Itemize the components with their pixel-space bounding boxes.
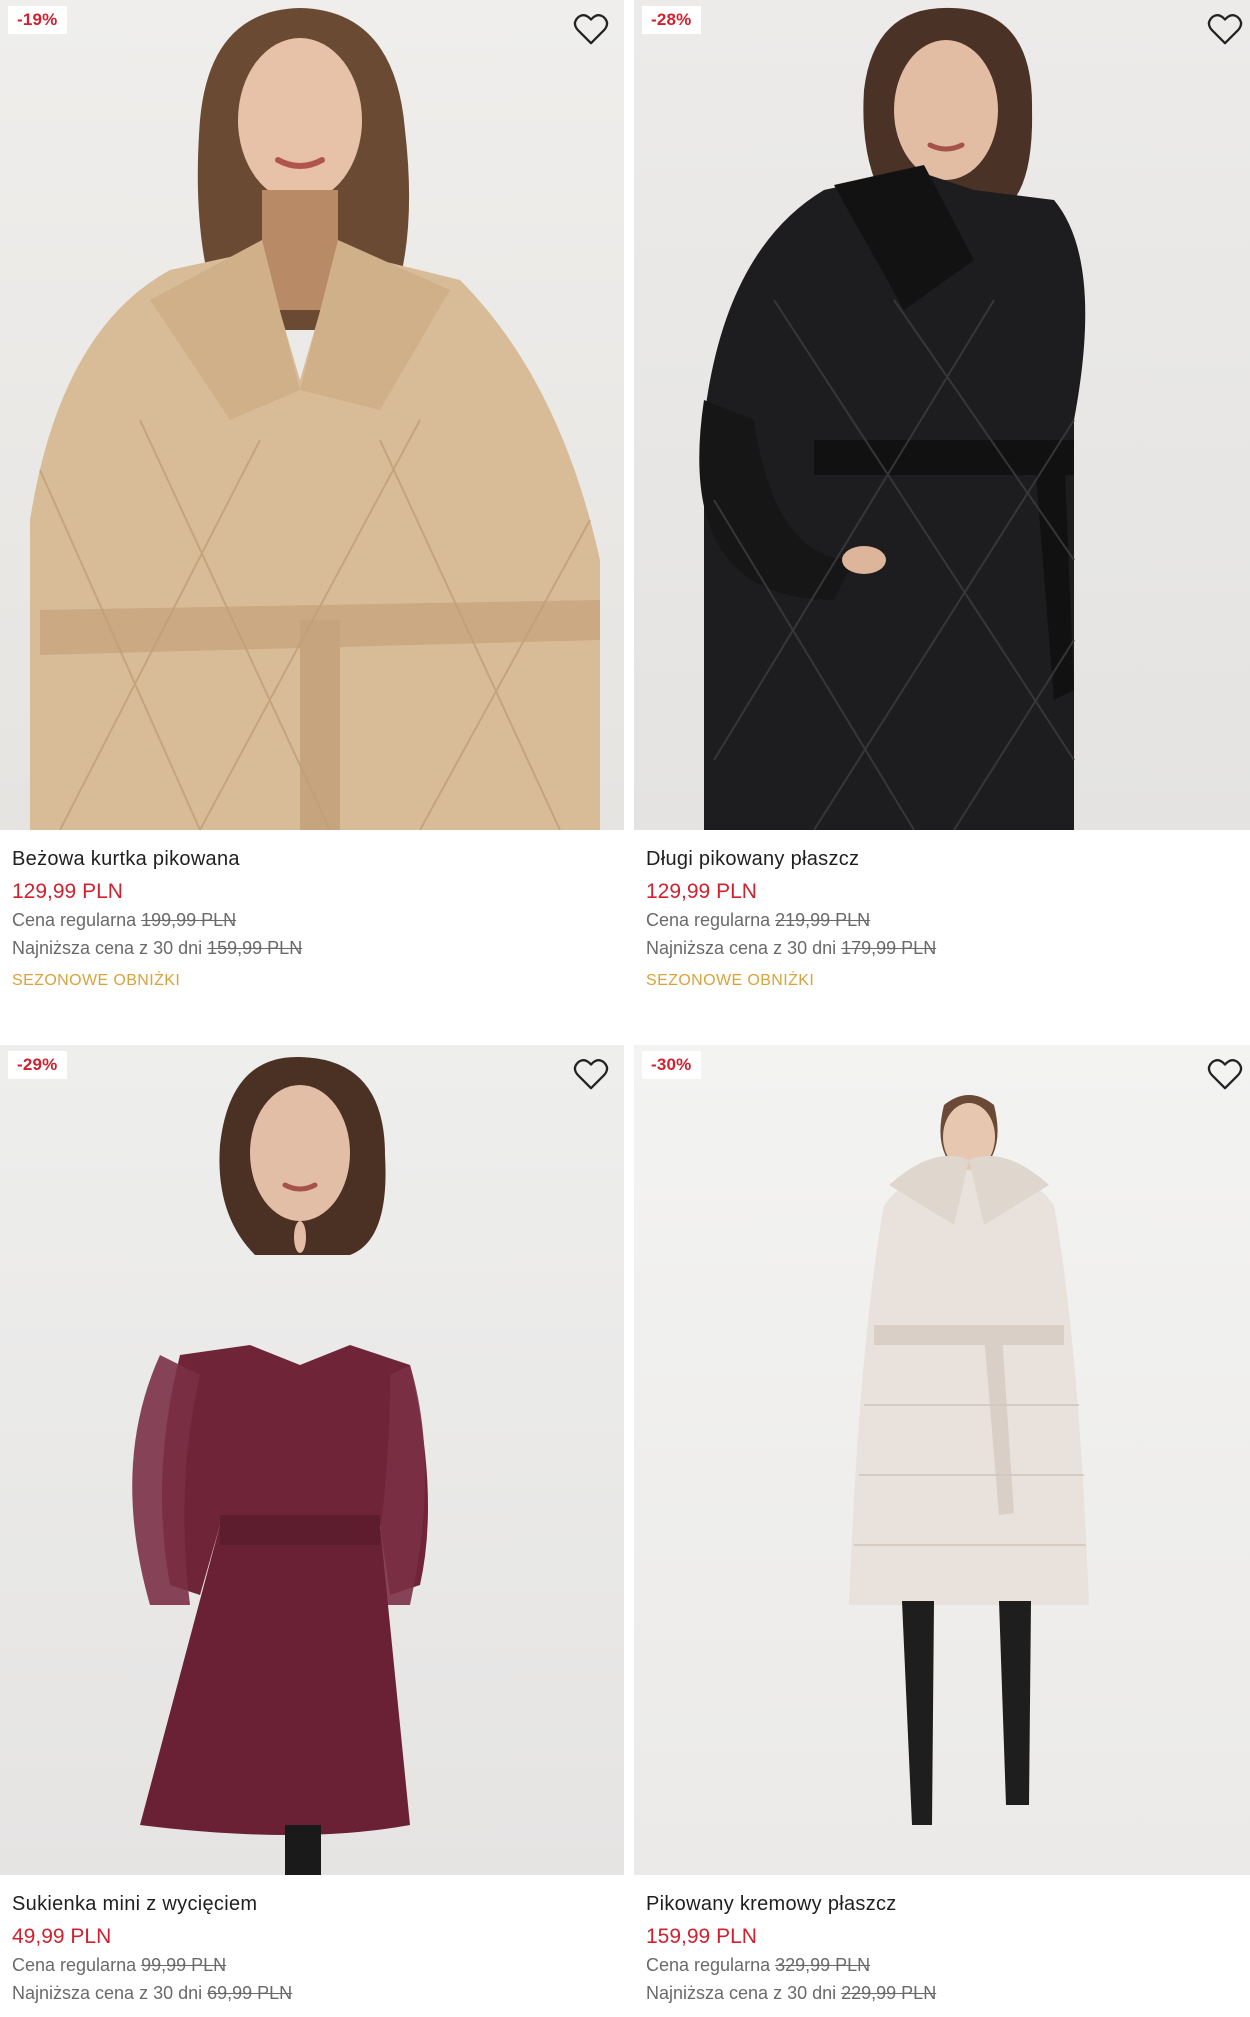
lowest-price-label: Najniższa cena z 30 dni bbox=[12, 1983, 203, 2003]
heart-icon[interactable] bbox=[572, 1057, 610, 1091]
lowest-price-value: 179,99 PLN bbox=[841, 938, 937, 958]
product-info: Sukienka mini z wycięciem 49,99 PLN Cena… bbox=[0, 1875, 624, 2011]
product-photo-burgundy-dress bbox=[132, 1056, 428, 1875]
discount-badge: -30% bbox=[642, 1051, 701, 1079]
lowest-price-label: Najniższa cena z 30 dni bbox=[12, 938, 203, 958]
product-info: Długi pikowany płaszcz 129,99 PLN Cena r… bbox=[634, 830, 1250, 990]
regular-price-value: 219,99 PLN bbox=[775, 910, 871, 930]
lowest-price-value: 229,99 PLN bbox=[841, 1983, 937, 2003]
regular-price-row: Cena regularna 329,99 PLN bbox=[646, 1955, 1246, 1983]
regular-price-label: Cena regularna bbox=[12, 910, 137, 930]
product-image[interactable]: -28% bbox=[634, 0, 1250, 830]
product-photo-black-coat bbox=[699, 7, 1086, 830]
lowest-price-value: 159,99 PLN bbox=[207, 938, 303, 958]
discount-badge: -19% bbox=[8, 6, 67, 34]
product-card[interactable]: -28% Długi pikowany płaszcz 129,99 PLN C… bbox=[634, 0, 1250, 990]
promo-label: SEZONOWE OBNIŻKI bbox=[12, 972, 181, 989]
product-card[interactable]: -29% Sukienka mini z wycięciem 49,99 PLN… bbox=[0, 1045, 624, 2011]
regular-price-value: 99,99 PLN bbox=[141, 1955, 227, 1975]
product-name[interactable]: Pikowany kremowy płaszcz bbox=[646, 1893, 1246, 1921]
product-info: Pikowany kremowy płaszcz 159,99 PLN Cena… bbox=[634, 1875, 1250, 2011]
regular-price-value: 329,99 PLN bbox=[775, 1955, 871, 1975]
sale-price: 49,99 PLN bbox=[12, 1925, 112, 1948]
heart-icon[interactable] bbox=[1206, 12, 1244, 46]
lowest-price-label: Najniższa cena z 30 dni bbox=[646, 938, 837, 958]
heart-icon[interactable] bbox=[572, 12, 610, 46]
sale-price: 129,99 PLN bbox=[12, 880, 123, 903]
lowest-price-label: Najniższa cena z 30 dni bbox=[646, 1983, 837, 2003]
product-name[interactable]: Sukienka mini z wycięciem bbox=[12, 1893, 612, 1921]
product-name[interactable]: Beżowa kurtka pikowana bbox=[12, 848, 612, 876]
lowest-price-row: Najniższa cena z 30 dni 69,99 PLN bbox=[12, 1983, 612, 2011]
regular-price-row: Cena regularna 219,99 PLN bbox=[646, 910, 1246, 938]
sale-price: 129,99 PLN bbox=[646, 880, 757, 903]
regular-price-label: Cena regularna bbox=[646, 910, 771, 930]
product-grid: -19% Beżowa kurtka pikowana 129,99 PLN C… bbox=[0, 0, 1250, 2017]
product-name[interactable]: Długi pikowany płaszcz bbox=[646, 848, 1246, 876]
product-photo-cream-coat bbox=[849, 1095, 1089, 1825]
discount-badge: -28% bbox=[642, 6, 701, 34]
lowest-price-row: Najniższa cena z 30 dni 229,99 PLN bbox=[646, 1983, 1246, 2011]
lowest-price-row: Najniższa cena z 30 dni 179,99 PLN bbox=[646, 938, 1246, 966]
product-image[interactable]: -30% bbox=[634, 1045, 1250, 1875]
sale-price: 159,99 PLN bbox=[646, 1925, 757, 1948]
heart-icon[interactable] bbox=[1206, 1057, 1244, 1091]
regular-price-row: Cena regularna 199,99 PLN bbox=[12, 910, 612, 938]
regular-price-label: Cena regularna bbox=[646, 1955, 771, 1975]
product-photo-beige-jacket bbox=[30, 8, 600, 830]
lowest-price-row: Najniższa cena z 30 dni 159,99 PLN bbox=[12, 938, 612, 966]
product-info: Beżowa kurtka pikowana 129,99 PLN Cena r… bbox=[0, 830, 624, 990]
regular-price-value: 199,99 PLN bbox=[141, 910, 237, 930]
product-image[interactable]: -29% bbox=[0, 1045, 624, 1875]
regular-price-row: Cena regularna 99,99 PLN bbox=[12, 1955, 612, 1983]
discount-badge: -29% bbox=[8, 1051, 67, 1079]
regular-price-label: Cena regularna bbox=[12, 1955, 137, 1975]
lowest-price-value: 69,99 PLN bbox=[207, 1983, 293, 2003]
product-image[interactable]: -19% bbox=[0, 0, 624, 830]
product-card[interactable]: -19% Beżowa kurtka pikowana 129,99 PLN C… bbox=[0, 0, 624, 990]
product-card[interactable]: -30% Pikowany kremowy płaszcz 159,99 PLN… bbox=[634, 1045, 1250, 2011]
promo-label: SEZONOWE OBNIŻKI bbox=[646, 972, 815, 989]
